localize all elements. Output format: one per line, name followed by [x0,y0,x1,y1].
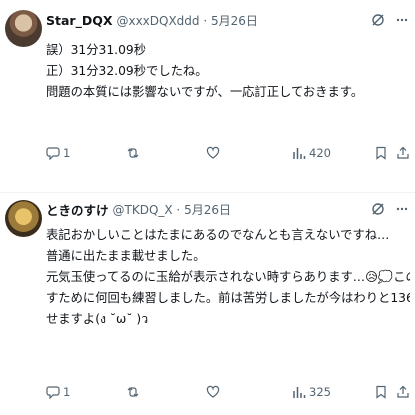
share-icon [396,146,410,160]
display-name[interactable]: ときのすけ [46,200,109,219]
retweet-button[interactable] [126,143,143,163]
view-count: 325 [309,385,331,399]
grok-icon[interactable] [371,13,385,27]
tweet-line: せますよ(ง ˘ω˘ )ว [46,312,149,326]
avatar[interactable] [5,10,42,47]
bookmark-icon [374,385,388,399]
tweet-line: 普通に出たまま載せました。 [46,249,206,263]
grok-icon[interactable] [371,202,385,216]
handle-and-date[interactable]: @TKDQ_X · 5月26日 [113,201,231,218]
tweet-header: Star_DQX @xxxDQXddd · 5月26日 [46,10,258,30]
views-icon [292,385,306,399]
tweet-text: 誤）31分31.09秒 正）31分32.09秒でしたね。 問題の本質には影響ない… [46,40,410,103]
views-icon [292,146,306,160]
share-button[interactable] [396,382,410,402]
tweet-2[interactable]: ときのすけ @TKDQ_X · 5月26日 表記おかしいことはたまにあるのでなん… [0,193,415,415]
retweet-button[interactable] [126,382,143,402]
views-button[interactable]: 420 [292,143,331,163]
reply-button[interactable]: 1 [46,382,70,402]
reply-count: 1 [63,385,71,399]
reply-icon [46,385,60,399]
like-icon [206,385,220,399]
reply-count: 1 [63,146,71,160]
handle-and-date[interactable]: @xxxDQXddd · 5月26日 [116,12,257,29]
tweet-actions: 1 420 [46,143,410,163]
share-icon [396,385,410,399]
display-name[interactable]: Star_DQX [46,13,112,28]
reply-button[interactable]: 1 [46,143,70,163]
retweet-icon [126,146,140,160]
tweet-line: 問題の本質には影響ないですが、一応訂正しておきます。 [46,85,364,99]
tweet-line: 元気玉使ってるのに玉給が表示されない時すらあります…😥💭この経験値出 [46,270,410,284]
more-icon[interactable] [395,202,409,216]
tweet-line: 正）31分32.09秒でしたね。 [46,64,208,78]
views-button[interactable]: 325 [292,382,331,402]
tweet-actions: 1 325 [46,382,410,402]
avatar[interactable] [5,200,42,237]
tweet-line: すために何回も練習しました。前は苦労しましたが今はわりと1360万以上出 [46,291,410,305]
tweet-controls [371,10,409,30]
tweet-controls [371,199,409,219]
bookmark-button[interactable] [374,143,388,163]
bookmark-button[interactable] [374,382,388,402]
view-count: 420 [309,146,331,160]
tweet-1[interactable]: Star_DQX @xxxDQXddd · 5月26日 誤）31分31.09秒 … [0,0,415,192]
like-icon [206,146,220,160]
tweet-line: 誤）31分31.09秒 [46,43,147,57]
bookmark-icon [374,146,388,160]
retweet-icon [126,385,140,399]
like-button[interactable] [206,382,223,402]
more-icon[interactable] [395,13,409,27]
share-button[interactable] [396,143,410,163]
like-button[interactable] [206,143,223,163]
tweet-line: 表記おかしいことはたまにあるのでなんとも言えないですね… [46,228,390,242]
tweet-text: 表記おかしいことはたまにあるのでなんとも言えないですね… 普通に出たまま載せまし… [46,225,410,330]
tweet-header: ときのすけ @TKDQ_X · 5月26日 [46,199,231,219]
reply-icon [46,146,60,160]
